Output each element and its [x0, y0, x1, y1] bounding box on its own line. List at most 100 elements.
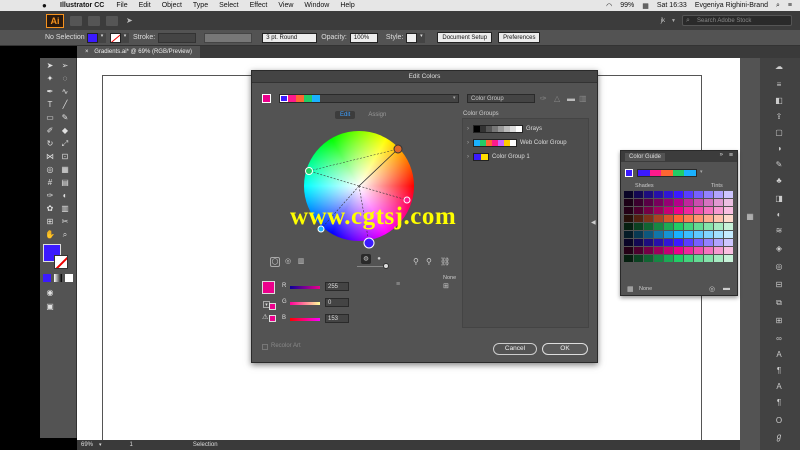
- color-variation-swatch[interactable]: [694, 247, 703, 254]
- color-variation-swatch[interactable]: [714, 247, 723, 254]
- draw-mode-icon[interactable]: ◉: [45, 288, 55, 298]
- color-variation-swatch[interactable]: [714, 223, 723, 230]
- chevron-down-icon[interactable]: ▼: [671, 18, 676, 24]
- color-variation-swatch[interactable]: [704, 207, 713, 214]
- g-slider[interactable]: [290, 302, 320, 305]
- stroke-dropdown[interactable]: ▾: [121, 32, 129, 43]
- color-variation-swatch[interactable]: [654, 207, 663, 214]
- color-variation-swatch[interactable]: [714, 191, 723, 198]
- color-variation-swatch[interactable]: [624, 223, 633, 230]
- show-brightness-icon[interactable]: ●: [374, 254, 384, 264]
- color-variation-swatch[interactable]: [704, 247, 713, 254]
- add-color-tool-icon[interactable]: ⚲: [413, 257, 419, 266]
- document-tab[interactable]: × Gradients.ai* @ 69% (RGB/Preview): [77, 46, 200, 58]
- color-variation-swatch[interactable]: [634, 191, 643, 198]
- color-variation-swatch[interactable]: [684, 207, 693, 214]
- gradient-icon[interactable]: ◨: [774, 194, 784, 204]
- brush-definition[interactable]: 3 pt. Round: [262, 32, 318, 43]
- appearance-icon[interactable]: ◎: [774, 262, 784, 272]
- collapse-icon[interactable]: »: [720, 152, 723, 158]
- show-saturation-icon[interactable]: ◍: [361, 254, 371, 264]
- color-group-name-input[interactable]: Color Group: [467, 94, 535, 103]
- out-of-gamut-swatch[interactable]: [269, 303, 276, 310]
- rotate-tool-icon[interactable]: ↻: [45, 139, 55, 149]
- color-icon[interactable]: ◈: [774, 244, 784, 254]
- stroke-icon[interactable]: ≋: [774, 226, 784, 236]
- color-variation-swatch[interactable]: [684, 199, 693, 206]
- transparency-icon[interactable]: ◐: [774, 210, 784, 220]
- color-variations-grid[interactable]: [624, 191, 736, 271]
- properties-icon[interactable]: ≡: [774, 80, 784, 90]
- tab-assign[interactable]: Assign: [363, 111, 391, 119]
- color-variation-swatch[interactable]: [704, 223, 713, 230]
- color-variation-swatch[interactable]: [724, 247, 733, 254]
- lasso-icon[interactable]: ◌: [60, 74, 70, 84]
- color-groups-list[interactable]: › Grays › Web Color Group › Color Group …: [462, 118, 589, 328]
- color-variation-swatch[interactable]: [704, 255, 713, 262]
- pathfinder-icon[interactable]: ⧉: [774, 298, 784, 308]
- color-variation-swatch[interactable]: [634, 239, 643, 246]
- color-variation-swatch[interactable]: [644, 239, 653, 246]
- color-variation-swatch[interactable]: [724, 215, 733, 222]
- menu-app-name[interactable]: Illustrator CC: [60, 2, 104, 9]
- color-guide-header[interactable]: Color Guide » ≡: [621, 151, 737, 162]
- delete-icon[interactable]: ▥: [579, 94, 587, 103]
- menu-object[interactable]: Object: [162, 2, 182, 9]
- active-color-swatch[interactable]: [262, 94, 271, 103]
- artboards-icon[interactable]: ▢: [774, 128, 784, 138]
- color-variation-swatch[interactable]: [724, 255, 733, 262]
- color-guide-tab[interactable]: Color Guide: [625, 152, 666, 161]
- color-variation-swatch[interactable]: [634, 231, 643, 238]
- edit-colors-icon[interactable]: ◎: [709, 285, 715, 293]
- symbol-sprayer-icon[interactable]: ✿: [45, 204, 55, 214]
- color-variation-swatch[interactable]: [694, 191, 703, 198]
- selected-color-swatch[interactable]: [262, 281, 275, 294]
- chevron-right-icon[interactable]: ›: [463, 154, 473, 160]
- color-variation-swatch[interactable]: [674, 223, 683, 230]
- menu-select[interactable]: Select: [219, 2, 238, 9]
- color-variation-swatch[interactable]: [694, 255, 703, 262]
- color-variation-swatch[interactable]: [664, 207, 673, 214]
- collapse-arrow-icon[interactable]: ◀: [591, 219, 596, 226]
- save-group-icon[interactable]: △: [554, 94, 560, 103]
- link-harmony-icon[interactable]: ⛓: [440, 257, 450, 266]
- list-icon[interactable]: ≡: [788, 2, 792, 9]
- base-color-swatch[interactable]: [625, 169, 633, 177]
- gradient-tool-icon[interactable]: ▤: [60, 178, 70, 188]
- glyphs-icon[interactable]: ℊ: [774, 432, 784, 442]
- menu-type[interactable]: Type: [193, 2, 208, 9]
- color-variation-swatch[interactable]: [724, 239, 733, 246]
- swatches-panel-icon[interactable]: ▦: [745, 212, 755, 222]
- color-variation-swatch[interactable]: [714, 255, 723, 262]
- links-icon[interactable]: ∞: [774, 334, 784, 344]
- current-tool[interactable]: Selection: [193, 442, 218, 448]
- document-setup-button[interactable]: Document Setup: [437, 32, 493, 43]
- web-safe-swatch[interactable]: [269, 315, 276, 322]
- shape-builder-icon[interactable]: ◎: [45, 165, 55, 175]
- graphic-styles-icon[interactable]: ◑: [774, 144, 784, 154]
- color-variation-swatch[interactable]: [624, 255, 633, 262]
- zoom-tool-icon[interactable]: ⌕: [60, 230, 70, 240]
- chevron-right-icon[interactable]: ›: [463, 126, 473, 132]
- asset-export-icon[interactable]: ⇪: [774, 112, 784, 122]
- color-variation-swatch[interactable]: [724, 199, 733, 206]
- color-variation-swatch[interactable]: [624, 199, 633, 206]
- preferences-button[interactable]: Preferences: [498, 32, 541, 43]
- remove-color-tool-icon[interactable]: ⚲: [426, 257, 432, 266]
- color-variation-swatch[interactable]: [684, 191, 693, 198]
- symbols-icon[interactable]: ♣: [774, 176, 784, 186]
- color-variation-swatch[interactable]: [704, 239, 713, 246]
- color-variation-swatch[interactable]: [674, 207, 683, 214]
- color-group-row[interactable]: › Grays: [463, 122, 588, 135]
- character-styles-icon[interactable]: A: [774, 382, 784, 392]
- stroke-color-swatch[interactable]: [54, 255, 68, 269]
- color-variation-swatch[interactable]: [654, 239, 663, 246]
- perspective-grid-icon[interactable]: ▦: [60, 165, 70, 175]
- color-variation-swatch[interactable]: [654, 255, 663, 262]
- brightness-slider-thumb[interactable]: [383, 263, 389, 269]
- variable-width-profile[interactable]: [204, 32, 253, 43]
- color-variation-swatch[interactable]: [694, 199, 703, 206]
- color-variation-swatch[interactable]: [644, 255, 653, 262]
- color-variation-swatch[interactable]: [724, 223, 733, 230]
- color-variation-swatch[interactable]: [684, 231, 693, 238]
